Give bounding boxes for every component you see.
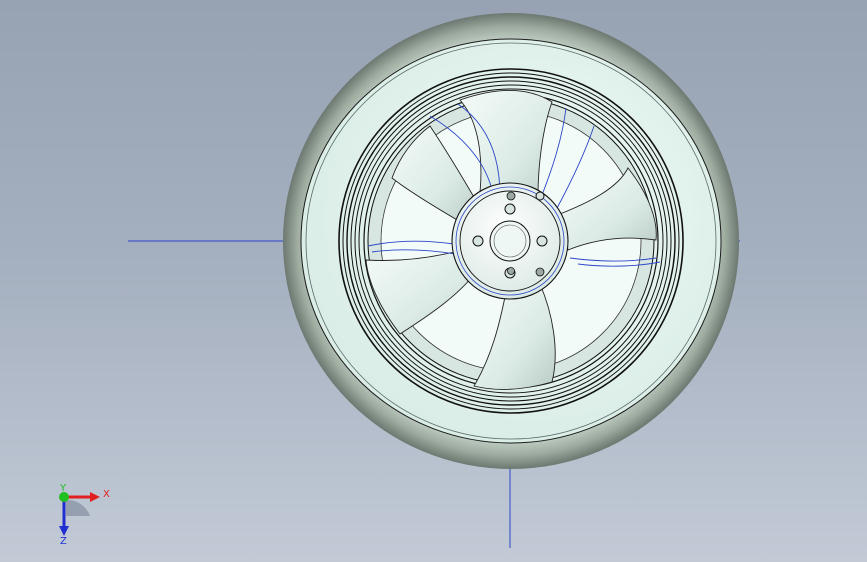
lug-hole[interactable] bbox=[504, 203, 516, 215]
lug-hole[interactable] bbox=[535, 191, 545, 201]
wheel-model[interactable] bbox=[283, 13, 739, 469]
triad-x-label: X bbox=[103, 489, 110, 500]
bolt[interactable] bbox=[507, 267, 515, 275]
graphics-viewport[interactable]: X Y Z bbox=[0, 0, 867, 562]
lug-hole[interactable] bbox=[536, 235, 548, 247]
triad-z-label: Z bbox=[60, 536, 67, 547]
lug-hole[interactable] bbox=[472, 235, 484, 247]
center-bore[interactable] bbox=[489, 220, 531, 262]
model-canvas[interactable]: X Y Z bbox=[0, 0, 867, 562]
bolt[interactable] bbox=[506, 191, 516, 201]
bolt[interactable] bbox=[535, 267, 545, 277]
hub[interactable] bbox=[451, 182, 569, 300]
axis-triad: X Y Z bbox=[59, 483, 110, 547]
triad-y-label: Y bbox=[59, 483, 67, 494]
